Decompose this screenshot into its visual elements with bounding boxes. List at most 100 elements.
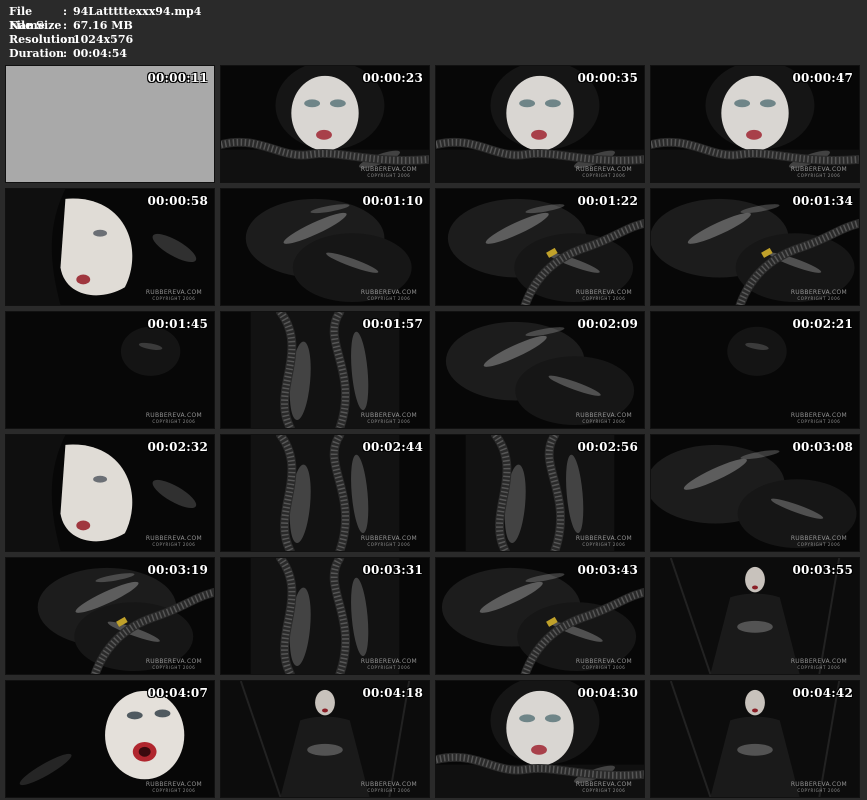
video-thumbnail: RUBBEREVA.COM COPYRIGHT 2006 00:01:57 <box>220 311 430 429</box>
file-size-value: 67.16 MB <box>73 19 133 32</box>
watermark-copyright: COPYRIGHT 2006 <box>152 296 196 301</box>
thumbnail-timestamp: 00:02:56 <box>577 440 638 454</box>
watermark: RUBBEREVA.COM COPYRIGHT 2006 <box>146 782 202 794</box>
video-thumbnail: RUBBEREVA.COM COPYRIGHT 2006 00:02:21 <box>650 311 860 429</box>
thumbnail-timestamp: 00:03:08 <box>792 440 853 454</box>
video-thumbnail: RUBBEREVA.COM COPYRIGHT 2006 00:04:18 <box>220 680 430 798</box>
watermark-copyright: COPYRIGHT 2006 <box>367 173 411 178</box>
duration-row: Duration : 00:04:54 <box>9 47 201 61</box>
watermark-copyright: COPYRIGHT 2006 <box>367 296 411 301</box>
watermark-copyright: COPYRIGHT 2006 <box>582 173 626 178</box>
resolution-row: Resolution : 1024x576 <box>9 33 201 47</box>
file-name-value: 94Latttttexxx94.mp4 <box>73 5 202 18</box>
watermark: RUBBEREVA.COM COPYRIGHT 2006 <box>361 782 417 794</box>
watermark-copyright: COPYRIGHT 2006 <box>367 542 411 547</box>
video-thumbnail: RUBBEREVA.COM COPYRIGHT 2006 00:01:34 <box>650 188 860 306</box>
watermark: RUBBEREVA.COM COPYRIGHT 2006 <box>361 536 417 548</box>
thumbnail-timestamp: 00:02:09 <box>577 317 638 331</box>
video-thumbnail: RUBBEREVA.COM COPYRIGHT 2006 00:02:09 <box>435 311 645 429</box>
watermark: RUBBEREVA.COM COPYRIGHT 2006 <box>146 659 202 671</box>
watermark: RUBBEREVA.COM COPYRIGHT 2006 <box>576 290 632 302</box>
watermark: RUBBEREVA.COM COPYRIGHT 2006 <box>361 290 417 302</box>
duration-value: 00:04:54 <box>73 47 128 60</box>
thumbnail-timestamp: 00:03:19 <box>147 563 208 577</box>
file-name-row: File Name : 94Latttttexxx94.mp4 <box>9 5 202 32</box>
video-thumbnail: RUBBEREVA.COM COPYRIGHT 2006 00:02:44 <box>220 434 430 552</box>
video-thumbnail: RUBBEREVA.COM COPYRIGHT 2006 00:01:10 <box>220 188 430 306</box>
thumbnail-timestamp: 00:00:23 <box>362 71 423 85</box>
thumbnail-timestamp: 00:00:35 <box>577 71 638 85</box>
watermark-copyright: COPYRIGHT 2006 <box>582 788 626 793</box>
thumbnail-timestamp: 00:03:31 <box>362 563 423 577</box>
video-thumbnail: RUBBEREVA.COM COPYRIGHT 2006 00:03:08 <box>650 434 860 552</box>
separator: : <box>63 47 68 60</box>
thumbnail-timestamp: 00:04:42 <box>792 686 853 700</box>
watermark: RUBBEREVA.COM COPYRIGHT 2006 <box>791 659 847 671</box>
watermark: RUBBEREVA.COM COPYRIGHT 2006 <box>576 536 632 548</box>
video-thumbnail: RUBBEREVA.COM COPYRIGHT 2006 00:03:19 <box>5 557 215 675</box>
watermark: RUBBEREVA.COM COPYRIGHT 2006 <box>576 782 632 794</box>
watermark: RUBBEREVA.COM COPYRIGHT 2006 <box>576 659 632 671</box>
video-thumbnail: RUBBEREVA.COM COPYRIGHT 2006 00:01:45 <box>5 311 215 429</box>
thumbnail-timestamp: 00:03:43 <box>577 563 638 577</box>
thumbnail-timestamp: 00:00:58 <box>147 194 208 208</box>
video-thumbnail: 00:00:11 <box>5 65 215 183</box>
watermark-copyright: COPYRIGHT 2006 <box>152 788 196 793</box>
video-thumbnail: RUBBEREVA.COM COPYRIGHT 2006 00:00:58 <box>5 188 215 306</box>
watermark-copyright: COPYRIGHT 2006 <box>582 542 626 547</box>
thumbnail-timestamp: 00:03:55 <box>792 563 853 577</box>
thumbnail-timestamp: 00:02:21 <box>792 317 853 331</box>
video-thumbnail: RUBBEREVA.COM COPYRIGHT 2006 00:03:55 <box>650 557 860 675</box>
video-thumbnail: RUBBEREVA.COM COPYRIGHT 2006 00:03:43 <box>435 557 645 675</box>
thumbnail-timestamp: 00:01:22 <box>577 194 638 208</box>
watermark: RUBBEREVA.COM COPYRIGHT 2006 <box>146 536 202 548</box>
watermark-copyright: COPYRIGHT 2006 <box>797 296 841 301</box>
watermark-copyright: COPYRIGHT 2006 <box>152 419 196 424</box>
video-thumbnail: RUBBEREVA.COM COPYRIGHT 2006 00:00:35 <box>435 65 645 183</box>
file-size-row: File Size : 67.16 MB <box>9 19 201 33</box>
video-thumbnail: RUBBEREVA.COM COPYRIGHT 2006 00:02:32 <box>5 434 215 552</box>
contact-sheet: File Name : 94Latttttexxx94.mp4 File Siz… <box>0 0 867 800</box>
watermark: RUBBEREVA.COM COPYRIGHT 2006 <box>146 290 202 302</box>
watermark-copyright: COPYRIGHT 2006 <box>367 419 411 424</box>
watermark-copyright: COPYRIGHT 2006 <box>797 665 841 670</box>
thumbnail-timestamp: 00:01:10 <box>362 194 423 208</box>
watermark: RUBBEREVA.COM COPYRIGHT 2006 <box>361 167 417 179</box>
thumbnail-grid: 00:00:11 RUBBEREVA.COM COPYRIGHT 2006 00:00… <box>5 65 862 798</box>
watermark-copyright: COPYRIGHT 2006 <box>797 419 841 424</box>
thumbnail-timestamp: 00:01:45 <box>147 317 208 331</box>
video-thumbnail: RUBBEREVA.COM COPYRIGHT 2006 00:02:56 <box>435 434 645 552</box>
thumbnail-timestamp: 00:04:18 <box>362 686 423 700</box>
video-thumbnail: RUBBEREVA.COM COPYRIGHT 2006 00:00:23 <box>220 65 430 183</box>
watermark: RUBBEREVA.COM COPYRIGHT 2006 <box>576 413 632 425</box>
thumbnail-timestamp: 00:04:07 <box>147 686 208 700</box>
watermark-copyright: COPYRIGHT 2006 <box>797 173 841 178</box>
file-size-label: File Size <box>9 19 62 32</box>
video-thumbnail: RUBBEREVA.COM COPYRIGHT 2006 00:03:31 <box>220 557 430 675</box>
thumbnail-timestamp: 00:01:57 <box>362 317 423 331</box>
watermark: RUBBEREVA.COM COPYRIGHT 2006 <box>791 782 847 794</box>
resolution-value: 1024x576 <box>73 33 134 46</box>
thumbnail-timestamp: 00:00:47 <box>792 71 853 85</box>
video-thumbnail: RUBBEREVA.COM COPYRIGHT 2006 00:00:47 <box>650 65 860 183</box>
watermark: RUBBEREVA.COM COPYRIGHT 2006 <box>791 536 847 548</box>
resolution-label: Resolution <box>9 33 76 46</box>
video-thumbnail: RUBBEREVA.COM COPYRIGHT 2006 00:04:07 <box>5 680 215 798</box>
duration-label: Duration <box>9 47 65 60</box>
watermark-copyright: COPYRIGHT 2006 <box>582 665 626 670</box>
watermark-copyright: COPYRIGHT 2006 <box>582 296 626 301</box>
thumbnail-timestamp: 00:00:11 <box>147 71 208 85</box>
thumbnail-timestamp: 00:02:32 <box>147 440 208 454</box>
watermark-copyright: COPYRIGHT 2006 <box>797 542 841 547</box>
video-thumbnail: RUBBEREVA.COM COPYRIGHT 2006 00:04:42 <box>650 680 860 798</box>
separator: : <box>63 19 68 32</box>
watermark: RUBBEREVA.COM COPYRIGHT 2006 <box>361 413 417 425</box>
separator: : <box>63 5 68 18</box>
watermark-copyright: COPYRIGHT 2006 <box>367 788 411 793</box>
watermark: RUBBEREVA.COM COPYRIGHT 2006 <box>361 659 417 671</box>
watermark: RUBBEREVA.COM COPYRIGHT 2006 <box>791 167 847 179</box>
file-name-label: File Name <box>9 5 45 32</box>
watermark: RUBBEREVA.COM COPYRIGHT 2006 <box>791 413 847 425</box>
watermark: RUBBEREVA.COM COPYRIGHT 2006 <box>791 290 847 302</box>
watermark-copyright: COPYRIGHT 2006 <box>152 542 196 547</box>
